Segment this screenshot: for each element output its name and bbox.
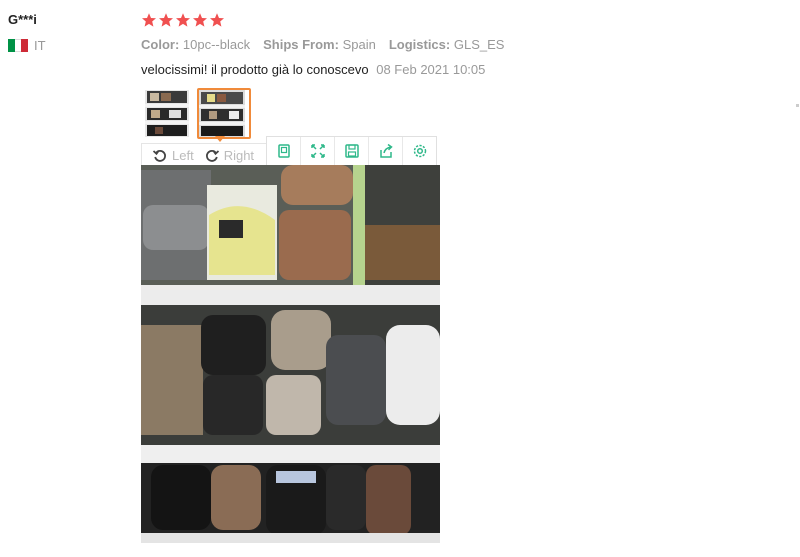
rotate-right-label: Right	[223, 147, 255, 163]
review-date: 08 Feb 2021 10:05	[376, 62, 486, 77]
thumbnail-button[interactable]	[267, 137, 301, 165]
rotate-bar: Left Right	[141, 143, 273, 166]
reviewer-name: G***i	[8, 12, 37, 27]
save-button[interactable]	[335, 137, 369, 165]
color-value: 10pc--black	[182, 37, 251, 52]
fullscreen-icon	[310, 144, 325, 158]
logistics-label: Logistics:	[388, 37, 451, 52]
rotate-left-icon	[152, 150, 166, 162]
review-text: velocissimi! il prodotto già lo conoscev…	[141, 62, 369, 77]
italy-flag-icon	[8, 39, 29, 52]
rotate-left-label: Left	[172, 147, 194, 163]
star-icon	[176, 13, 190, 27]
settings-button[interactable]	[403, 137, 436, 165]
review-comment: velocissimi! il prodotto già lo conoscev…	[141, 62, 485, 77]
review-photo[interactable]	[141, 165, 440, 543]
rotate-right-button[interactable]: Right	[194, 147, 254, 163]
share-icon	[379, 143, 393, 158]
logistics-value: GLS_ES	[453, 37, 505, 52]
ships-from-value: Spain	[342, 37, 376, 52]
color-label: Color:	[141, 37, 180, 52]
star-icon	[210, 13, 224, 27]
image-toolbar	[266, 136, 437, 166]
star-icon	[159, 13, 173, 27]
shoe-rack-photo	[141, 165, 440, 543]
page-scroll-indicator	[796, 104, 799, 107]
star-rating	[141, 12, 225, 28]
review-attributes: Color: 10pc--black Ships From: Spain Log…	[141, 37, 504, 52]
country-code: IT	[34, 38, 46, 53]
selected-thumbnail-caret	[215, 136, 225, 142]
thumbnail-icon	[277, 144, 290, 158]
ships-from-label: Ships From:	[263, 37, 339, 52]
photo-thumbnail-2[interactable]	[197, 88, 251, 139]
star-icon	[193, 13, 207, 27]
star-icon	[142, 13, 156, 27]
photo-thumbnail-1[interactable]	[143, 88, 191, 139]
rotate-left-button[interactable]: Left	[142, 147, 194, 163]
share-button[interactable]	[369, 137, 403, 165]
fullscreen-button[interactable]	[301, 137, 335, 165]
save-icon	[344, 144, 359, 158]
settings-icon	[413, 144, 426, 158]
rotate-right-icon	[205, 150, 219, 162]
reviewer-country: IT	[8, 38, 46, 53]
